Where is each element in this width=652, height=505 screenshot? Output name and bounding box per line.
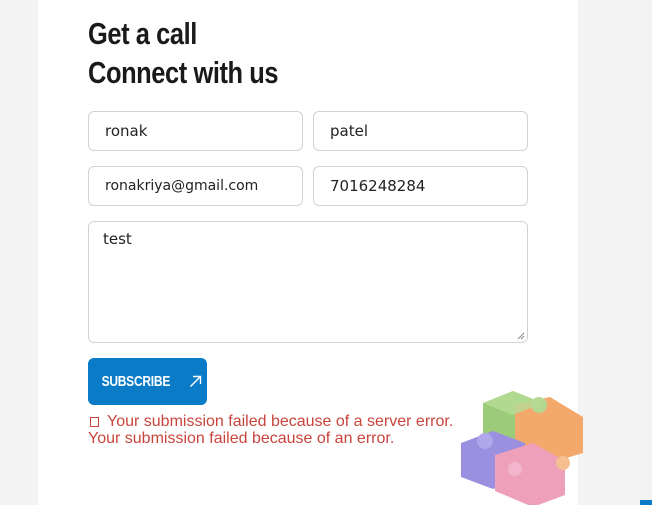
subscribe-button[interactable]: SUBSCRIBE [88, 358, 207, 405]
phone-input[interactable]: 7016248284 [313, 166, 528, 206]
first-name-input[interactable]: ronak [88, 111, 303, 151]
puzzle-cube-icon [461, 391, 583, 505]
error-line-general: Your submission failed because of an err… [88, 430, 395, 447]
form-heading: Get a call Connect with us [88, 14, 279, 92]
message-value: test [103, 230, 132, 248]
phone-value: 7016248284 [330, 177, 426, 195]
email-value: ronakriya@gmail.com [105, 178, 259, 194]
first-name-value: ronak [105, 122, 148, 140]
last-name-input[interactable]: patel [313, 111, 528, 151]
last-name-value: patel [330, 122, 368, 140]
error-server-text: Your submission failed because of a serv… [107, 413, 454, 430]
email-input[interactable]: ronakriya@gmail.com [88, 166, 303, 206]
subscribe-label: SUBSCRIBE [101, 373, 171, 390]
heading-line-2: Connect with us [88, 55, 279, 90]
resize-handle-icon[interactable] [517, 332, 525, 340]
error-message: Your submission failed because of a serv… [88, 413, 453, 447]
error-line-server: Your submission failed because of a serv… [88, 413, 453, 430]
message-textarea[interactable]: test [88, 221, 528, 343]
scroll-indicator [640, 500, 652, 505]
error-icon [90, 417, 99, 427]
heading-line-1: Get a call [88, 16, 197, 51]
arrow-up-right-icon [189, 375, 202, 387]
